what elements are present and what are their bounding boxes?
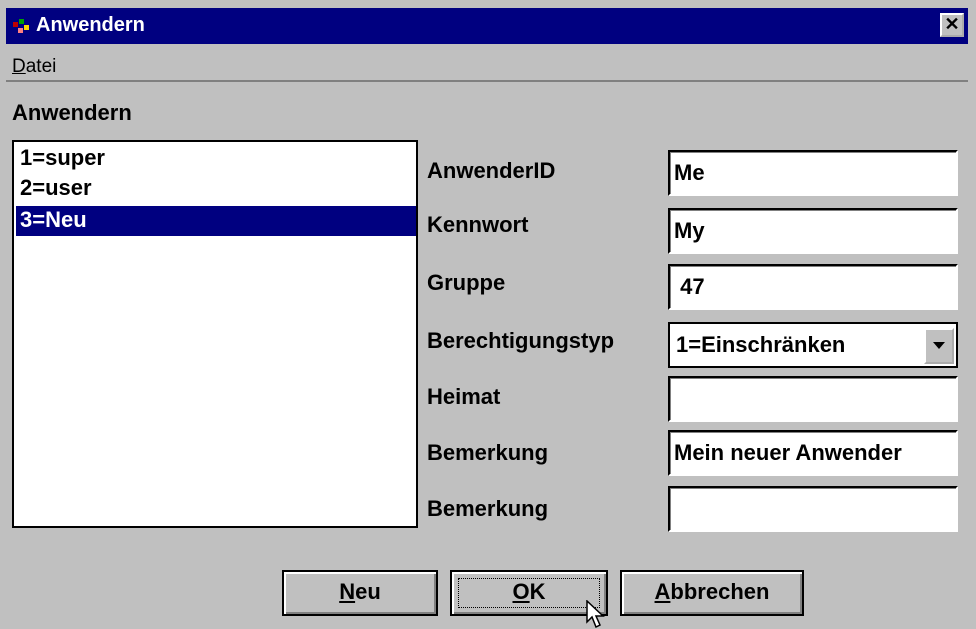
dropdown-button[interactable] [924,328,954,364]
menu-item-datei[interactable]: Datei [12,56,56,78]
gruppe-input[interactable]: 47 [668,264,958,310]
menu-bar: Datei [6,48,968,82]
heimat-label: Heimat [427,384,501,409]
kennwort-input[interactable]: My [668,208,958,254]
app-icon [13,19,29,33]
window-title: Anwendern [36,14,145,36]
ok-button[interactable]: OK [450,570,608,616]
title-bar: Anwendern ✕ [6,8,968,44]
bemerkung1-label: Bemerkung [427,440,549,465]
anwender-id-input[interactable]: Me [668,150,958,196]
bemerkung2-label: Bemerkung [427,496,549,521]
neu-button[interactable]: Neu [282,570,438,616]
users-listbox[interactable]: 1=super 2=user 3=Neu [12,140,418,528]
dropdown-arrow-icon [933,342,945,349]
berechtigungstyp-select[interactable]: 1=Einschränken [668,322,958,368]
abbrechen-button[interactable]: Abbrechen [620,570,804,616]
list-item[interactable]: 2=user [16,174,416,204]
list-item-selected[interactable]: 3=Neu [16,206,416,236]
bemerkung1-input[interactable]: Mein neuer Anwender [668,430,958,476]
berechtigungstyp-value: 1=Einschränken [676,332,846,357]
close-button[interactable]: ✕ [940,13,964,37]
bemerkung2-input[interactable] [668,486,958,532]
anwender-id-label: AnwenderID [427,158,556,183]
close-icon: ✕ [944,14,960,34]
list-item[interactable]: 1=super [16,144,416,174]
heimat-input[interactable] [668,376,958,422]
focus-rectangle [458,578,600,608]
gruppe-label: Gruppe [427,270,506,295]
berechtigungstyp-label: Berechtigungstyp [427,328,615,353]
mouse-cursor-icon [586,600,605,629]
kennwort-label: Kennwort [427,212,529,237]
section-title: Anwendern [12,100,132,125]
